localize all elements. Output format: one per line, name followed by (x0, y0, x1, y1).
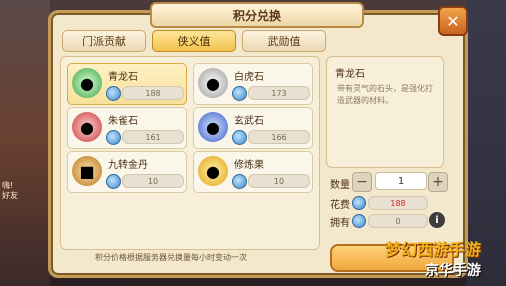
list-item[interactable]: ■ 九转金丹 10 (67, 151, 187, 193)
tab-label: 武勋值 (267, 35, 301, 48)
window-title: 积分兑换 (150, 2, 364, 28)
info-button[interactable]: i (429, 212, 445, 228)
coin-icon (106, 130, 121, 145)
item-name: 青龙石 (108, 72, 138, 83)
quantity-input[interactable]: 1 (375, 172, 427, 190)
white-tiger-stone-icon: ● (198, 68, 228, 98)
footer-note: 积分价格根据服务器兑换量每小时变动一次 (95, 253, 247, 262)
close-icon: ✕ (446, 11, 460, 31)
item-name: 朱雀石 (108, 116, 138, 127)
coin-icon (106, 86, 121, 101)
item-price: 161 (122, 130, 184, 144)
item-name: 修炼果 (234, 160, 264, 171)
vermilion-bird-stone-icon: ● (72, 112, 102, 142)
quantity-label: 数量 (330, 180, 350, 191)
plus-icon: + (432, 174, 444, 190)
item-price: 166 (248, 130, 310, 144)
close-button[interactable]: ✕ (438, 6, 468, 36)
coin-icon (232, 86, 247, 101)
cost-value: 188 (368, 196, 428, 210)
list-item[interactable]: ● 朱雀石 161 (67, 107, 187, 149)
own-label: 拥有 (330, 218, 350, 229)
quantity-value: 1 (397, 175, 405, 187)
tab-label: 侠义值 (177, 35, 211, 48)
minus-icon: − (356, 174, 368, 190)
coin-icon (352, 196, 366, 210)
list-item[interactable]: ● 修炼果 10 (193, 151, 313, 193)
side-tag-2: 好友 (2, 191, 18, 200)
list-item[interactable]: ● 白虎石 173 (193, 63, 313, 105)
left-background-scene: 嗨! 好友 (0, 0, 50, 286)
green-dragon-stone-icon: ● (72, 68, 102, 98)
item-list: ● 青龙石 188 ● 白虎石 173 ● 朱雀石 161 ● 玄武石 166 … (60, 56, 320, 250)
list-item[interactable]: ● 青龙石 188 (67, 63, 187, 105)
tab-bar: 门派贡献 侠义值 武勋值 (62, 30, 326, 52)
item-price: 10 (122, 174, 184, 188)
watermark-site: 京华手游 (425, 263, 481, 279)
list-item[interactable]: ● 玄武石 166 (193, 107, 313, 149)
cultivation-fruit-icon: ● (198, 156, 228, 186)
minus-button[interactable]: − (352, 172, 372, 192)
coin-icon (106, 174, 121, 189)
tab-label: 门派贡献 (82, 35, 126, 48)
watermark-logo: 梦幻西游手游 京华手游 (385, 236, 505, 284)
item-price: 10 (248, 174, 310, 188)
detail-description: 带有灵气的石头，是强化打造武器的材料。 (337, 84, 433, 105)
cost-label: 花费 (330, 200, 350, 211)
item-name: 玄武石 (234, 116, 264, 127)
golden-elixir-icon: ■ (72, 156, 102, 186)
detail-title: 青龙石 (335, 69, 365, 80)
tab-merit[interactable]: 武勋值 (242, 30, 326, 52)
coin-icon (352, 214, 366, 228)
plus-button[interactable]: + (428, 172, 448, 192)
tab-sect-contribution[interactable]: 门派贡献 (62, 30, 146, 52)
item-name: 白虎石 (234, 72, 264, 83)
window-title-text: 积分兑换 (232, 8, 281, 23)
own-value: 0 (368, 214, 428, 228)
item-name: 九转金丹 (108, 160, 148, 171)
item-price: 188 (122, 86, 184, 100)
black-tortoise-stone-icon: ● (198, 112, 228, 142)
item-price: 173 (248, 86, 310, 100)
tab-chivalry[interactable]: 侠义值 (152, 30, 236, 52)
item-detail-panel: 青龙石 带有灵气的石头，是强化打造武器的材料。 (326, 56, 444, 168)
watermark-game-title: 梦幻西游手游 (385, 240, 482, 259)
coin-icon (232, 174, 247, 189)
coin-icon (232, 130, 247, 145)
info-icon: i (435, 214, 439, 226)
